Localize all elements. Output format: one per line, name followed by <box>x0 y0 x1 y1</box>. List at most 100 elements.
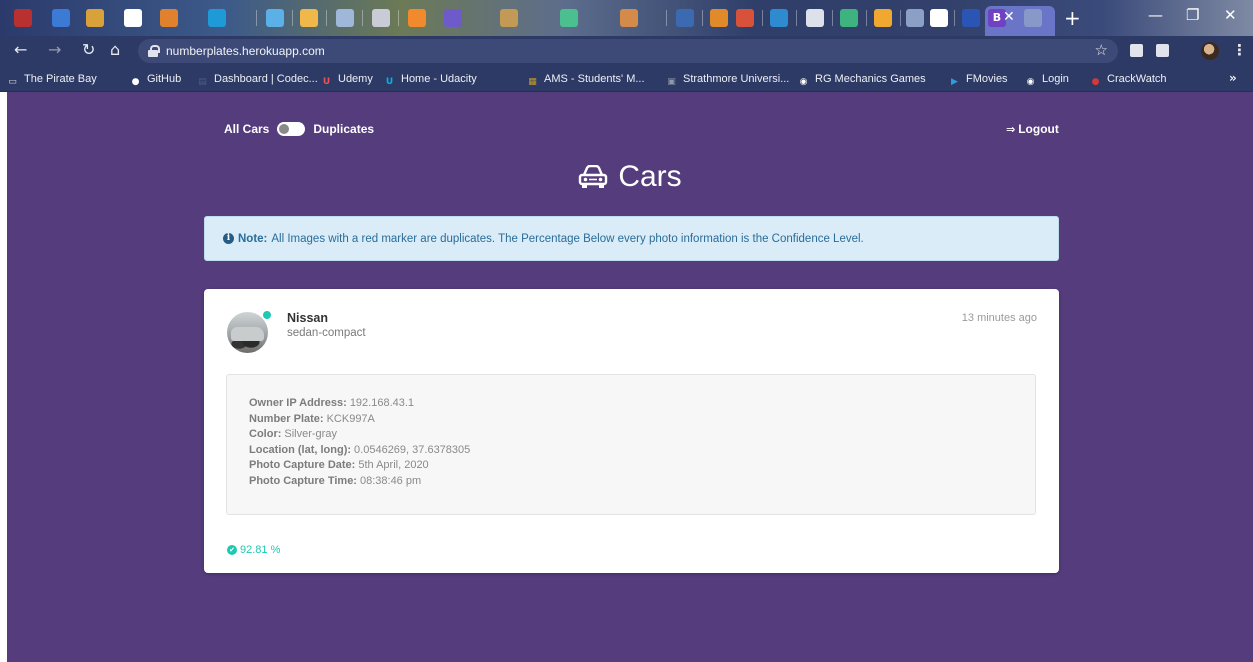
minimize-icon[interactable]: — <box>1148 6 1163 24</box>
detail-row: Photo Capture Date: 5th April, 2020 <box>249 459 470 475</box>
detail-key: Location (lat, long): <box>249 443 352 456</box>
crackwatch-icon: ● <box>1091 77 1100 87</box>
car-details-panel: Owner IP Address: 192.168.43.1 Number Pla… <box>226 374 1036 515</box>
tab-favicon[interactable] <box>906 9 924 27</box>
tab-favicon[interactable] <box>444 9 462 27</box>
car-card: Nissan sedan-compact 13 minutes ago Owne… <box>204 289 1059 573</box>
extension-icon[interactable] <box>1156 44 1169 57</box>
tab-favicon[interactable] <box>962 9 980 27</box>
detail-key: Color: <box>249 428 282 440</box>
bookmark-label: Strathmore Universi... <box>683 73 790 85</box>
home-icon[interactable]: ⌂ <box>110 40 120 59</box>
new-tab-icon[interactable]: + <box>1064 6 1081 30</box>
tab-favicon[interactable] <box>874 9 892 27</box>
tab-favicon[interactable] <box>770 9 788 27</box>
bookmarks-bar: ▭ The Pirate Bay ● GitHub ▤ Dashboard | Codec… <box>0 66 1253 92</box>
bookmark-item[interactable]: ▶ FMovies <box>948 71 1008 87</box>
bookmark-label: GitHub <box>147 73 182 85</box>
extension-icon[interactable] <box>1130 44 1143 57</box>
bookmark-item[interactable]: ▭ The Pirate Bay <box>6 71 97 87</box>
bookmark-item[interactable]: U Home - Udacity <box>383 71 477 87</box>
bookmark-label: CrackWatch <box>1107 73 1167 85</box>
tab-favicon[interactable] <box>124 9 142 27</box>
car-details-list: Owner IP Address: 192.168.43.1 Number Pla… <box>249 397 470 490</box>
logout-button[interactable]: ⇒ Logout <box>1006 122 1059 136</box>
tab-favicon[interactable] <box>408 9 426 27</box>
tab-favicon[interactable] <box>930 9 948 27</box>
tab-favicon[interactable] <box>14 9 32 27</box>
close-window-icon[interactable]: ✕ <box>1224 6 1237 24</box>
tab-favicon[interactable] <box>86 9 104 27</box>
bookmark-item[interactable]: ▤ Dashboard | Codec... <box>196 71 318 87</box>
tab-favicon[interactable] <box>806 9 824 27</box>
restore-icon[interactable]: ❐ <box>1186 6 1199 24</box>
bookmark-label: Udemy <box>338 73 373 85</box>
tab-favicon[interactable] <box>372 9 390 27</box>
tab-favicon[interactable] <box>266 9 284 27</box>
status-indicator <box>262 310 272 320</box>
bookmark-item[interactable]: ● CrackWatch <box>1089 71 1167 87</box>
detail-key: Photo Capture Date: <box>249 459 356 471</box>
bookmark-item[interactable]: U Udemy <box>320 71 373 87</box>
logout-label: Logout <box>1018 122 1059 136</box>
tab-favicon[interactable] <box>300 9 318 27</box>
bookmark-item[interactable]: ◉ Login <box>1024 71 1069 87</box>
bookmarks-overflow-icon[interactable]: » <box>1229 71 1237 85</box>
detail-value: 5th April, 2020 <box>358 459 429 471</box>
tab-favicon[interactable] <box>336 9 354 27</box>
duplicates-label[interactable]: Duplicates <box>313 122 374 136</box>
car-photo[interactable] <box>227 312 268 353</box>
tab-favicon[interactable] <box>676 9 694 27</box>
tab-favicon[interactable] <box>500 9 518 27</box>
monitor-icon: ▭ <box>8 77 17 87</box>
duplicates-toggle[interactable] <box>277 122 306 136</box>
page-title-text: Cars <box>618 160 682 193</box>
car-photo-body <box>231 327 264 341</box>
detail-value: 192.168.43.1 <box>349 397 415 409</box>
view-switch: All Cars Duplicates <box>224 122 374 136</box>
forward-icon[interactable]: → <box>48 40 61 59</box>
alert-text: All Images with a red marker are duplica… <box>271 232 864 245</box>
bookmark-label: RG Mechanics Games <box>815 73 926 85</box>
car-type: sedan-compact <box>287 327 366 339</box>
reload-icon[interactable]: ↻ <box>82 40 95 59</box>
tab-favicon[interactable] <box>620 9 638 27</box>
globe-icon: ◉ <box>799 77 808 87</box>
profile-avatar-icon[interactable] <box>1201 42 1219 60</box>
tab-favicon[interactable] <box>52 9 70 27</box>
browser-tab-strip: B ✕ + — ❐ ✕ <box>0 0 1253 36</box>
bookmark-item[interactable]: ◉ RG Mechanics Games <box>797 71 926 87</box>
detail-value: 08:38:46 pm <box>359 474 422 487</box>
browser-menu-icon[interactable]: ⋮ <box>1232 41 1247 59</box>
lock-icon <box>148 45 160 57</box>
tab-favicon[interactable] <box>1024 9 1042 27</box>
bookmark-item[interactable]: ▦ AMS - Students' M... <box>526 71 644 87</box>
tab-favicon[interactable] <box>208 9 226 27</box>
info-icon: i <box>223 233 234 244</box>
detail-row: Location (lat, long): 0.0546269, 37.63783… <box>249 444 470 460</box>
car-name: Nissan <box>287 311 328 325</box>
detail-value: Silver-gray <box>284 428 337 440</box>
tab-favicon[interactable] <box>710 9 728 27</box>
tab-favicon[interactable] <box>840 9 858 27</box>
url-text[interactable]: numberplates.herokuapp.com <box>166 44 325 58</box>
all-cars-label[interactable]: All Cars <box>224 122 269 136</box>
bookmark-label: FMovies <box>966 73 1008 85</box>
bookmark-label: Login <box>1042 73 1069 85</box>
detail-value: KCK997A <box>326 412 375 425</box>
check-circle-icon: ✔ <box>227 545 237 555</box>
back-icon[interactable]: ← <box>14 40 27 59</box>
tab-favicon[interactable] <box>560 9 578 27</box>
tab-close-icon[interactable]: ✕ <box>1003 9 1015 25</box>
tab-favicon[interactable] <box>160 9 178 27</box>
confidence-level: ✔ 92.81 % <box>227 544 280 556</box>
address-bar[interactable]: numberplates.herokuapp.com ☆ <box>138 39 1118 63</box>
bookmark-star-icon[interactable]: ☆ <box>1095 41 1108 59</box>
car-icon <box>579 165 608 188</box>
tab-favicon[interactable] <box>736 9 754 27</box>
bookmark-item[interactable]: ▣ Strathmore Universi... <box>665 71 789 87</box>
bookmark-label: Dashboard | Codec... <box>214 73 318 85</box>
toggle-knob <box>279 124 290 134</box>
page-title: Cars <box>7 160 1253 194</box>
bookmark-item[interactable]: ● GitHub <box>129 71 182 87</box>
